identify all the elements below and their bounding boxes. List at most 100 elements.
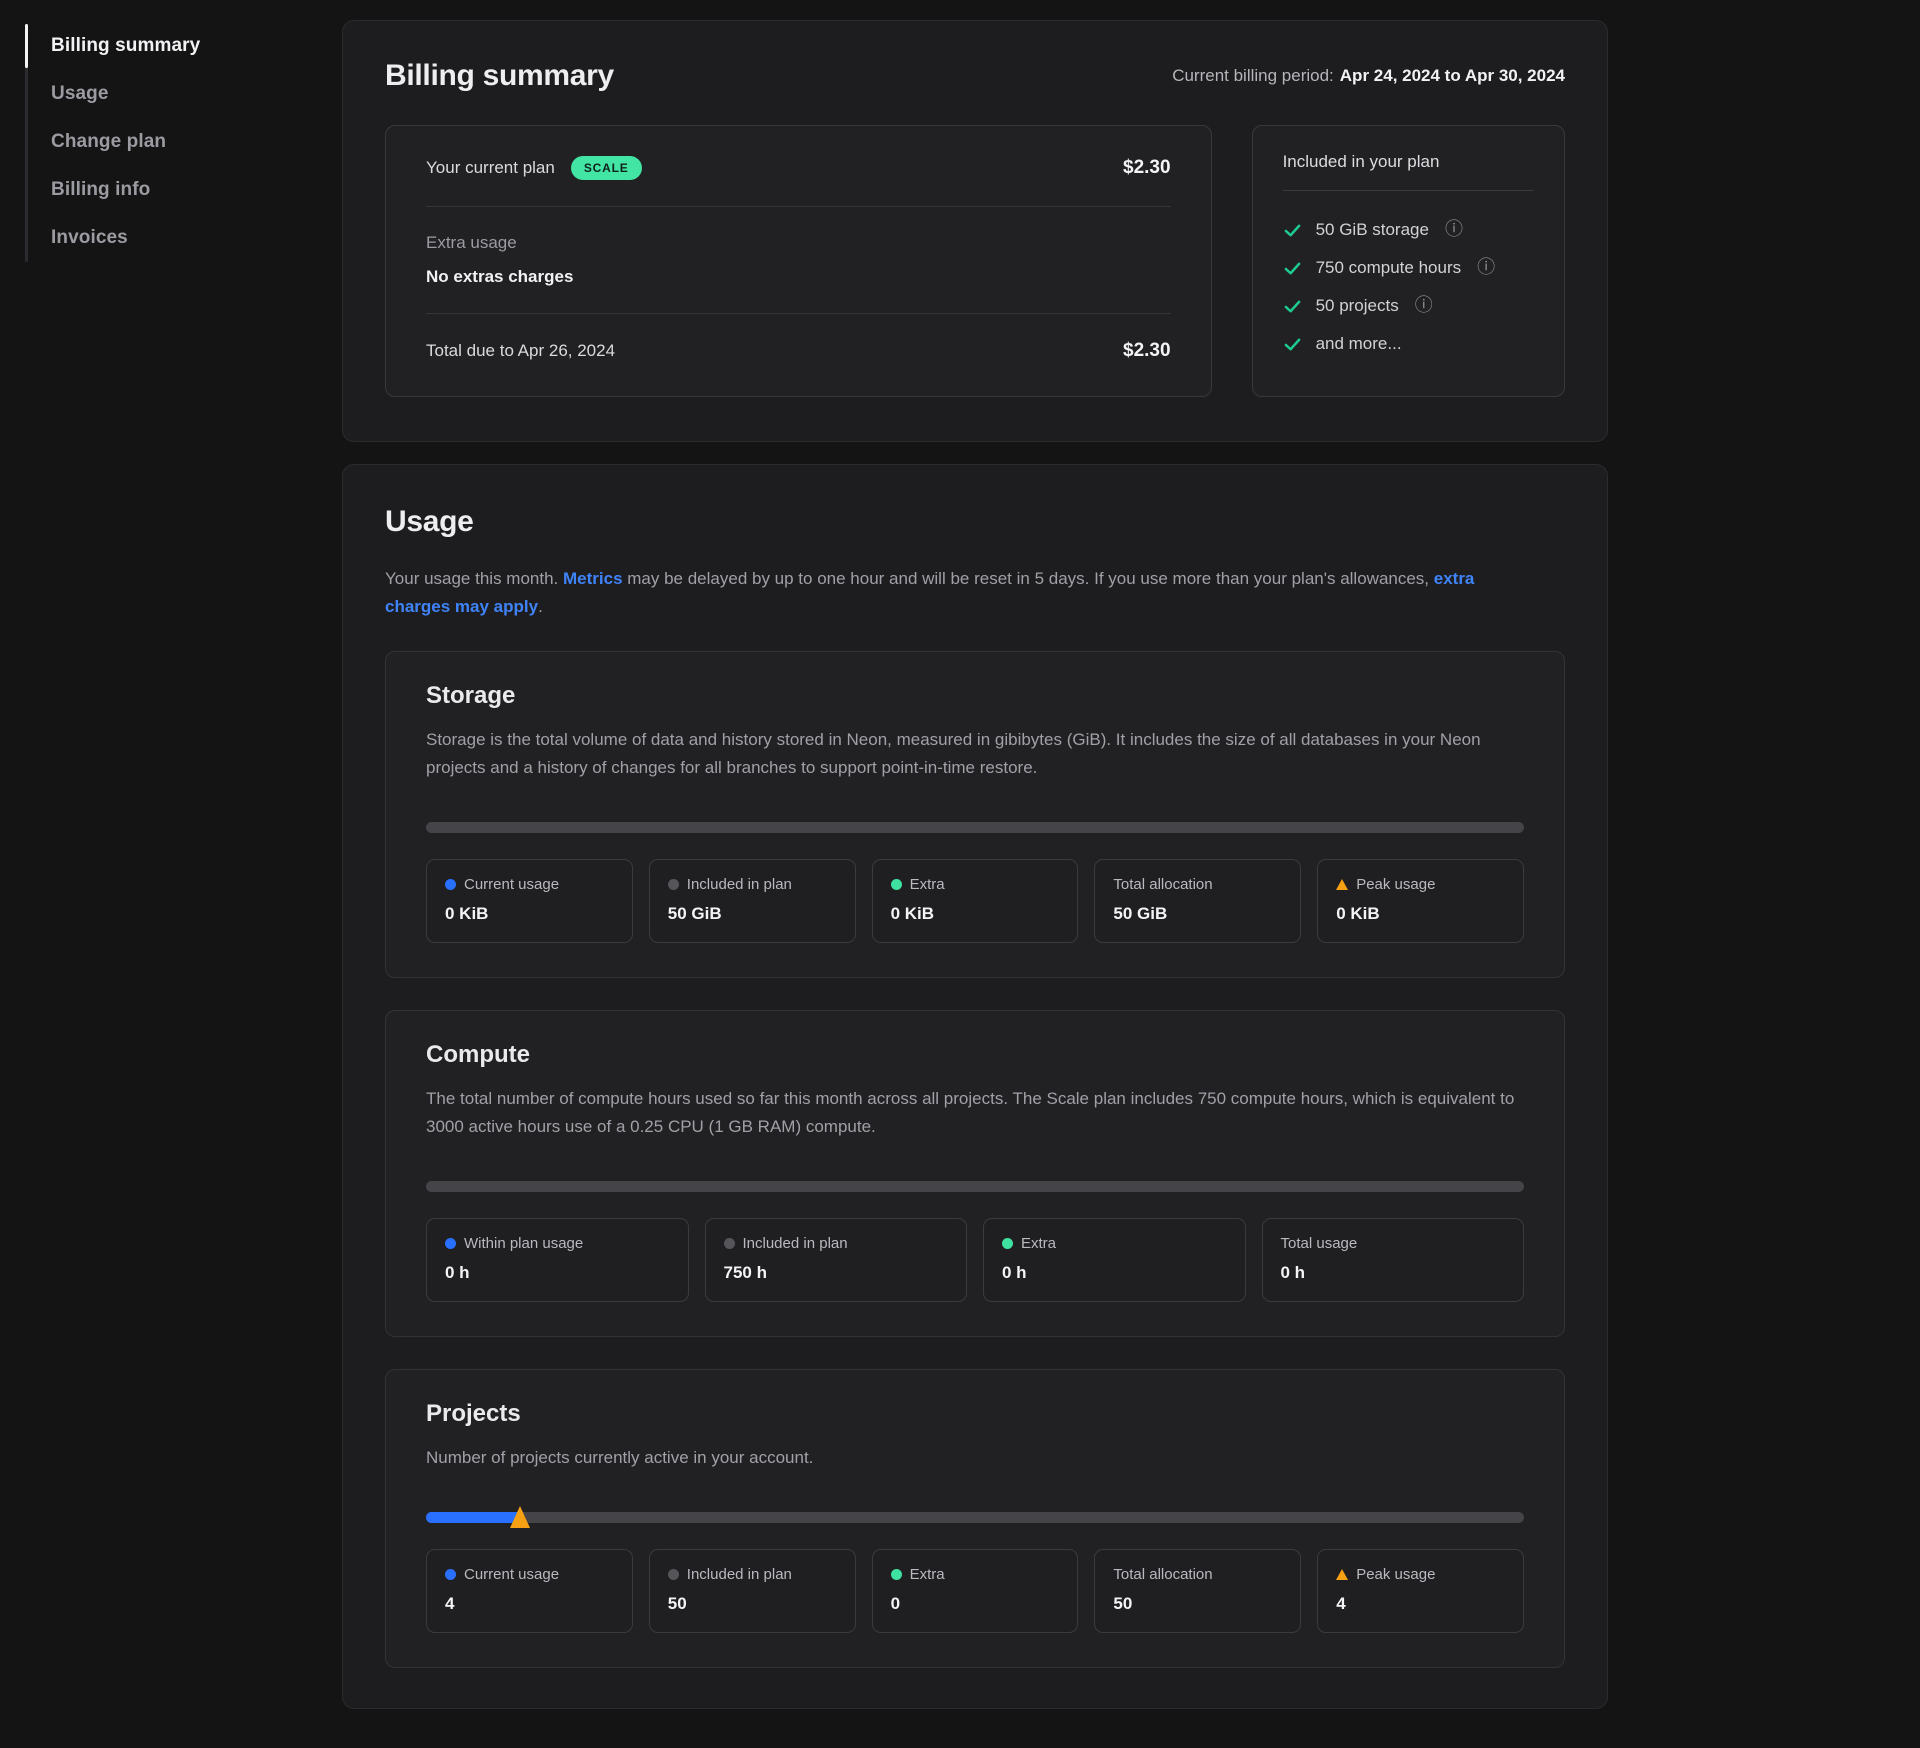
stat-label: Total allocation — [1113, 876, 1212, 893]
check-icon — [1283, 259, 1302, 278]
stat-label: Included in plan — [743, 1235, 848, 1252]
extra-usage-value: No extras charges — [426, 267, 1171, 287]
stat-tile-total-allocation: Total allocation 50 — [1094, 1549, 1301, 1633]
projects-title: Projects — [426, 1400, 1524, 1428]
stat-label: Within plan usage — [464, 1235, 583, 1252]
compute-description: The total number of compute hours used s… — [426, 1085, 1524, 1141]
stat-tile-extra: Extra 0 — [872, 1549, 1079, 1633]
total-due-amount: $2.30 — [1123, 340, 1171, 362]
stat-tile-current-usage: Current usage 0 KiB — [426, 859, 633, 943]
plan-amount: $2.30 — [1123, 157, 1171, 179]
stat-tile-within-plan-usage: Within plan usage 0 h — [426, 1218, 689, 1302]
stat-tile-extra: Extra 0 KiB — [872, 859, 1079, 943]
included-item-label: 50 projects — [1316, 296, 1399, 316]
stat-value: 0 KiB — [445, 904, 614, 924]
compute-metric-card: Compute The total number of compute hour… — [385, 1010, 1565, 1337]
stat-tile-included-in-plan: Included in plan 50 GiB — [649, 859, 856, 943]
projects-progress-bar — [426, 1512, 1524, 1523]
storage-progress-bar — [426, 822, 1524, 833]
stat-tile-peak-usage: Peak usage 0 KiB — [1317, 859, 1524, 943]
stat-label: Included in plan — [687, 876, 792, 893]
stat-tile-included-in-plan: Included in plan 50 — [649, 1549, 856, 1633]
extra-dot-icon — [891, 879, 902, 890]
stat-value: 0 KiB — [1336, 904, 1505, 924]
sidebar-item-invoices[interactable]: Invoices — [51, 214, 305, 262]
extra-dot-icon — [1002, 1238, 1013, 1249]
sidebar-item-change-plan[interactable]: Change plan — [51, 118, 305, 166]
check-icon — [1283, 335, 1302, 354]
divider — [426, 206, 1171, 207]
stat-value: 50 GiB — [1113, 904, 1282, 924]
stat-tile-current-usage: Current usage 4 — [426, 1549, 633, 1633]
stat-label: Included in plan — [687, 1566, 792, 1583]
stat-value: 4 — [1336, 1594, 1505, 1614]
stat-label: Extra — [1021, 1235, 1056, 1252]
current-plan-label: Your current plan — [426, 158, 555, 178]
included-item-label: 50 GiB storage — [1316, 220, 1429, 240]
stat-value: 50 GiB — [668, 904, 837, 924]
stat-value: 0 — [891, 1594, 1060, 1614]
storage-title: Storage — [426, 682, 1524, 710]
stat-label: Extra — [910, 876, 945, 893]
sidebar-item-billing-summary[interactable]: Billing summary — [51, 22, 305, 70]
stat-tile-extra: Extra 0 h — [983, 1218, 1246, 1302]
usage-intro-text: Your usage this month. — [385, 569, 563, 588]
divider — [426, 313, 1171, 314]
billing-summary-card: Billing summary Current billing period:A… — [342, 20, 1608, 442]
included-item-storage: 50 GiB storage ⓘ — [1283, 211, 1534, 249]
current-usage-dot-icon — [445, 879, 456, 890]
projects-metric-card: Projects Number of projects currently ac… — [385, 1369, 1565, 1668]
current-plan-card: Your current plan SCALE $2.30 Extra usag… — [385, 125, 1212, 397]
total-due-label: Total due to Apr 26, 2024 — [426, 341, 615, 361]
stat-value: 50 — [668, 1594, 837, 1614]
usage-title: Usage — [385, 505, 1565, 539]
projects-description: Number of projects currently active in y… — [426, 1444, 1524, 1472]
sidebar-item-usage[interactable]: Usage — [51, 70, 305, 118]
storage-metric-card: Storage Storage is the total volume of d… — [385, 651, 1565, 978]
included-in-plan-card: Included in your plan 50 GiB storage ⓘ — [1252, 125, 1565, 397]
stat-value: 0 h — [445, 1263, 670, 1283]
within-plan-dot-icon — [445, 1238, 456, 1249]
peak-usage-triangle-icon — [1336, 1569, 1348, 1580]
stat-label: Peak usage — [1356, 876, 1435, 893]
usage-card: Usage Your usage this month. Metrics may… — [342, 464, 1608, 1709]
included-item-label: 750 compute hours — [1316, 258, 1462, 278]
info-icon[interactable]: ⓘ — [1445, 221, 1463, 239]
stat-tile-total-allocation: Total allocation 50 GiB — [1094, 859, 1301, 943]
compute-title: Compute — [426, 1041, 1524, 1069]
check-icon — [1283, 297, 1302, 316]
sidebar-item-billing-info[interactable]: Billing info — [51, 166, 305, 214]
usage-intro-text: . — [538, 597, 543, 616]
billing-sidebar: Billing summary Usage Change plan Billin… — [25, 22, 305, 262]
stat-label: Current usage — [464, 1566, 559, 1583]
included-item-label: and more... — [1316, 334, 1402, 354]
extra-dot-icon — [891, 1569, 902, 1580]
included-dot-icon — [668, 879, 679, 890]
peak-marker-triangle-icon — [510, 1506, 530, 1528]
billing-period: Current billing period:Apr 24, 2024 to A… — [1172, 66, 1565, 86]
billing-summary-title: Billing summary — [385, 59, 614, 93]
stat-tile-included-in-plan: Included in plan 750 h — [705, 1218, 968, 1302]
stat-value: 750 h — [724, 1263, 949, 1283]
compute-progress-bar — [426, 1181, 1524, 1192]
stat-value: 0 h — [1281, 1263, 1506, 1283]
info-icon[interactable]: ⓘ — [1477, 259, 1495, 277]
stat-label: Current usage — [464, 876, 559, 893]
stat-value: 4 — [445, 1594, 614, 1614]
info-icon[interactable]: ⓘ — [1415, 297, 1433, 315]
included-title: Included in your plan — [1283, 152, 1534, 172]
billing-period-value: Apr 24, 2024 to Apr 30, 2024 — [1340, 66, 1565, 85]
stat-label: Peak usage — [1356, 1566, 1435, 1583]
peak-usage-triangle-icon — [1336, 879, 1348, 890]
metrics-link[interactable]: Metrics — [563, 569, 623, 588]
included-dot-icon — [724, 1238, 735, 1249]
storage-description: Storage is the total volume of data and … — [426, 726, 1524, 782]
usage-intro-text: may be delayed by up to one hour and wil… — [623, 569, 1434, 588]
stat-label: Extra — [910, 1566, 945, 1583]
plan-badge: SCALE — [571, 156, 642, 180]
divider — [1283, 190, 1534, 191]
extra-usage-label: Extra usage — [426, 233, 1171, 253]
projects-progress-fill — [426, 1512, 520, 1523]
current-usage-dot-icon — [445, 1569, 456, 1580]
included-item-projects: 50 projects ⓘ — [1283, 287, 1534, 325]
